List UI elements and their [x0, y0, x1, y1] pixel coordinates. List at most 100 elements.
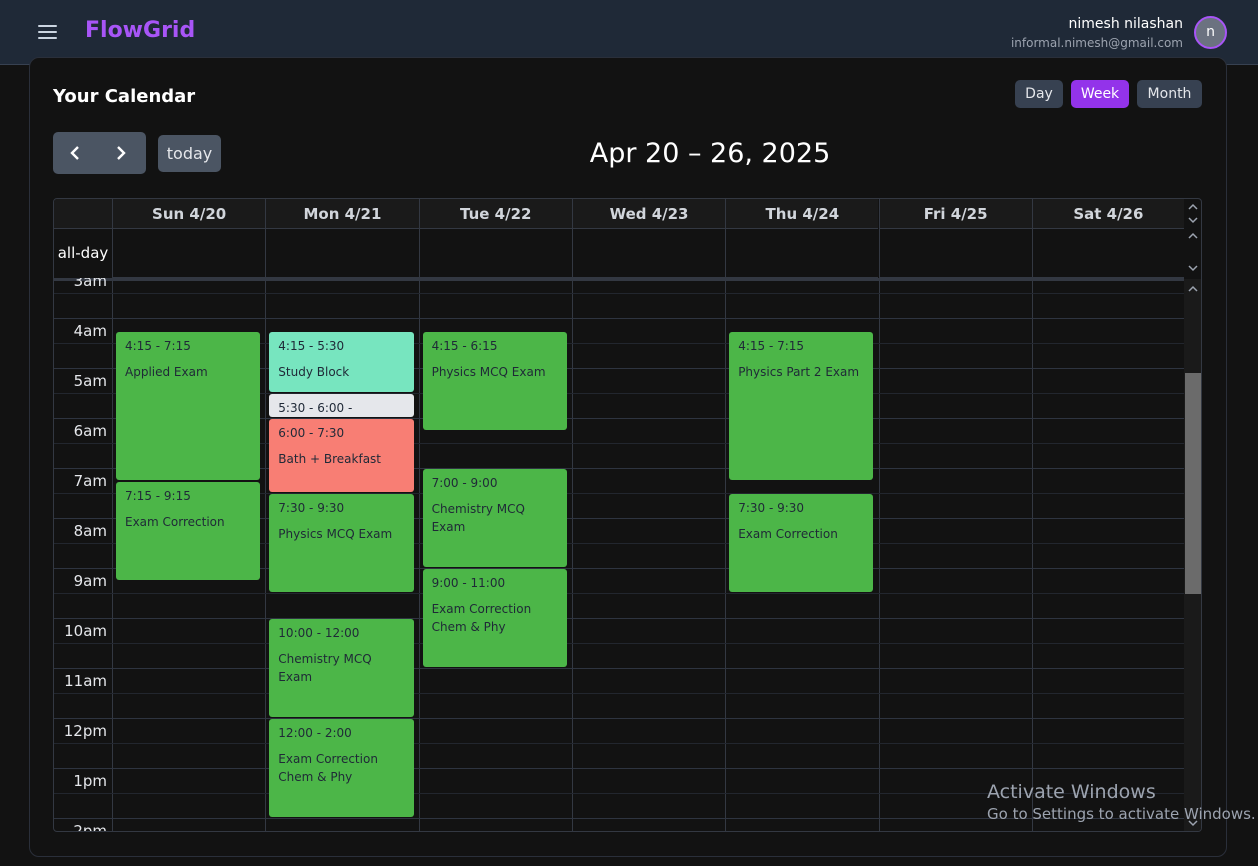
- event-time: 6:00 - 7:30: [278, 426, 345, 440]
- event-time: 7:30 - 9:30: [278, 501, 345, 515]
- prev-button[interactable]: [53, 132, 100, 174]
- week-grid: Sun 4/20 Mon 4/21 Tue 4/22 Wed 4/23 Thu 4/24…: [53, 198, 1202, 832]
- scroll-up-icon[interactable]: [1184, 283, 1202, 295]
- day-divider: [878, 278, 880, 831]
- day-header-fri-4-25[interactable]: Fri 4/25: [878, 199, 1032, 229]
- all-day-cell[interactable]: [418, 229, 572, 278]
- calendar-event[interactable]: 4:15 - 5:30 Study Block: [269, 331, 414, 392]
- view-month-button[interactable]: Month: [1137, 80, 1202, 108]
- half-hour-line: [54, 643, 1184, 644]
- event-title: Exam Correction: [738, 527, 838, 541]
- day-divider: [418, 278, 420, 831]
- calendar-event[interactable]: 9:00 - 11:00 Exam Correction Chem & Phy: [422, 569, 567, 667]
- time-label-7am: 7am: [73, 472, 107, 490]
- event-time: 7:30 - 9:30: [738, 501, 805, 515]
- event-time: 4:15 - 6:15: [431, 338, 498, 353]
- calendar-event[interactable]: 4:15 - 6:15 Physics MCQ Exam: [422, 331, 567, 430]
- event-time: 7:00 - 9:00: [431, 476, 498, 490]
- view-day-button[interactable]: Day: [1015, 80, 1063, 108]
- menu-icon[interactable]: [38, 24, 57, 40]
- watermark-subtitle: Go to Settings to activate Windows.: [987, 805, 1256, 823]
- half-hour-line: [54, 743, 1184, 744]
- event-title: Exam Correction Chem & Phy: [431, 602, 532, 634]
- time-label-9am: 9am: [73, 572, 107, 590]
- user-name: nimesh nilashan: [1068, 16, 1183, 32]
- event-title: Physics MCQ Exam: [431, 364, 546, 379]
- brand-logo[interactable]: FlowGrid: [85, 18, 195, 43]
- chevron-right-icon: [117, 146, 126, 160]
- scroll-down-icon[interactable]: [1184, 262, 1202, 274]
- half-hour-line: [54, 693, 1184, 694]
- day-divider: [265, 278, 267, 831]
- hour-line: [54, 718, 1184, 719]
- hour-line: [54, 618, 1184, 619]
- calendar-event[interactable]: 10:00 - 12:00 Chemistry MCQ Exam: [269, 619, 414, 717]
- event-title: Chemistry MCQ Exam: [431, 502, 525, 534]
- scroll-up-icon[interactable]: [1184, 201, 1202, 213]
- hour-line: [54, 318, 1184, 319]
- event-title: Exam Correction Chem & Phy: [278, 752, 378, 784]
- event-time: 10:00 - 12:00: [278, 626, 360, 640]
- day-divider: [112, 278, 113, 831]
- all-day-cell[interactable]: [1031, 229, 1184, 278]
- calendar-event[interactable]: 7:15 - 9:15 Exam Correction: [116, 481, 261, 580]
- time-label-4am: 4am: [73, 322, 107, 340]
- day-header-sat-4-26[interactable]: Sat 4/26: [1031, 199, 1184, 229]
- day-header-mon-4-21[interactable]: Mon 4/21: [265, 199, 419, 229]
- calendar-event[interactable]: 5:30 - 6:00 -: [269, 394, 414, 417]
- top-bar: FlowGrid nimesh nilashan informal.nimesh…: [0, 0, 1258, 65]
- watermark-title: Activate Windows: [987, 781, 1156, 803]
- windows-watermark: Activate Windows Go to Settings to activ…: [987, 781, 1256, 823]
- time-label-5am: 5am: [73, 372, 107, 390]
- scroll-down-icon[interactable]: [1184, 214, 1202, 226]
- calendar-event[interactable]: 4:15 - 7:15 Physics Part 2 Exam: [729, 331, 874, 480]
- event-title: Study Block: [278, 364, 350, 379]
- all-day-cell[interactable]: [571, 229, 726, 278]
- event-title: Exam Correction: [125, 514, 225, 529]
- avatar[interactable]: n: [1194, 16, 1227, 49]
- day-header-thu-4-24[interactable]: Thu 4/24: [725, 199, 879, 229]
- day-header-tue-4-22[interactable]: Tue 4/22: [418, 199, 572, 229]
- chevron-left-icon: [70, 146, 79, 160]
- calendar-event[interactable]: 7:30 - 9:30 Exam Correction: [729, 494, 874, 592]
- time-label-6am: 6am: [73, 422, 107, 440]
- all-day-cell[interactable]: [112, 229, 266, 278]
- all-day-cell[interactable]: [725, 229, 879, 278]
- scrollbar-thumb[interactable]: [1185, 373, 1201, 594]
- half-hour-line: [54, 293, 1184, 294]
- time-label-2pm: 2pm: [73, 822, 107, 832]
- hour-line: [54, 768, 1184, 769]
- event-time: 7:15 - 9:15: [125, 488, 191, 503]
- all-day-cell[interactable]: [878, 229, 1032, 278]
- calendar-event[interactable]: 12:00 - 2:00 Exam Correction Chem & Phy: [269, 719, 414, 817]
- calendar-event[interactable]: 7:30 - 9:30 Physics MCQ Exam: [269, 494, 414, 592]
- today-button[interactable]: today: [158, 135, 221, 172]
- scroll-up-icon[interactable]: [1184, 230, 1202, 242]
- user-email: informal.nimesh@gmail.com: [1010, 36, 1183, 50]
- event-time: 4:15 - 5:30: [278, 338, 345, 353]
- time-label-1pm: 1pm: [73, 772, 107, 790]
- time-label-12pm: 12pm: [63, 722, 107, 740]
- event-time: 4:15 - 7:15: [738, 338, 805, 353]
- event-time: 12:00 - 2:00: [278, 726, 352, 740]
- page-title: Your Calendar: [53, 86, 196, 107]
- view-week-button[interactable]: Week: [1071, 80, 1129, 108]
- calendar-event[interactable]: 4:15 - 7:15 Applied Exam: [116, 331, 261, 480]
- event-time: 5:30 - 6:00 -: [278, 401, 353, 415]
- time-label-10am: 10am: [64, 622, 107, 640]
- calendar-event[interactable]: 7:00 - 9:00 Chemistry MCQ Exam: [422, 469, 567, 567]
- day-divider: [571, 278, 573, 831]
- calendar-event[interactable]: 6:00 - 7:30 Bath + Breakfast: [269, 419, 414, 492]
- day-header-sun-4-20[interactable]: Sun 4/20: [112, 199, 266, 229]
- date-range-title: Apr 20 – 26, 2025: [589, 138, 831, 169]
- event-title: Applied Exam: [125, 364, 208, 379]
- event-title: Bath + Breakfast: [278, 452, 381, 466]
- day-header-wed-4-23[interactable]: Wed 4/23: [571, 199, 726, 229]
- next-button[interactable]: [99, 132, 146, 174]
- time-label-8am: 8am: [73, 522, 107, 540]
- event-title: Chemistry MCQ Exam: [278, 652, 372, 684]
- day-divider: [725, 278, 727, 831]
- event-title: Physics Part 2 Exam: [738, 364, 860, 379]
- hour-line: [54, 668, 1184, 669]
- all-day-cell[interactable]: [265, 229, 419, 278]
